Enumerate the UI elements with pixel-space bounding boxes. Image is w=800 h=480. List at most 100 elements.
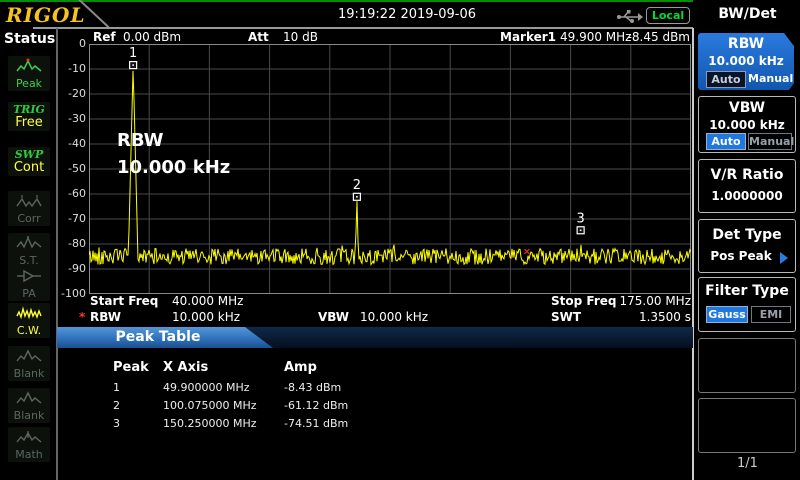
status-item-st: S.T.	[4, 233, 54, 268]
peak-amp: -61.12 dBm	[284, 399, 348, 412]
ref-level-value: 0.00 dBm	[123, 31, 181, 44]
menu-title: BW/Det	[695, 6, 800, 22]
peak-table-header-bar: Peak Table	[57, 327, 693, 348]
status-item-blank-1: Blank	[4, 346, 54, 381]
status-item-label: Peak	[8, 78, 50, 90]
st-waveform-icon	[16, 235, 42, 251]
vr-ratio-softkey[interactable]: V/R Ratio 1.0000000	[698, 159, 796, 213]
rbw-manual-toggle[interactable]: Manual	[748, 71, 790, 86]
peak-waveform-icon	[16, 58, 42, 74]
start-freq-value: 40.000 MHz	[172, 295, 243, 308]
blank-waveform-icon	[16, 390, 42, 406]
filter-gauss-toggle[interactable]: Gauss	[706, 306, 748, 323]
start-freq-label: Start Freq	[90, 295, 158, 308]
y-tick: -20	[58, 88, 86, 100]
spectrum-analyzer-screen: RIGOL 19:19:22 2019-09-06 Local Status P…	[0, 0, 800, 480]
y-tick: -70	[58, 213, 86, 225]
rigol-logo: RIGOL	[6, 3, 86, 27]
vbw-footer-label: VBW	[318, 311, 349, 324]
submenu-arrow-icon	[780, 252, 788, 264]
rbw-softkey[interactable]: RBW 10.000 kHz Auto Manual	[698, 33, 794, 90]
swt-value: 1.3500 s	[606, 311, 691, 324]
status-item-label: Blank	[8, 368, 50, 380]
peak-table-row: 2 100.075000 MHz -61.12 dBm	[57, 399, 693, 415]
status-item-corr: Corr	[4, 191, 54, 226]
math-waveform-icon	[16, 429, 42, 445]
peak-num: 2	[113, 399, 120, 412]
vr-ratio-label: V/R Ratio	[699, 167, 795, 183]
status-item-math: Math	[4, 427, 54, 462]
status-item-blank-2: Blank	[4, 388, 54, 423]
peak-table-row: 1 49.900000 MHz -8.43 dBm	[57, 381, 693, 397]
y-tick: -80	[58, 238, 86, 250]
det-type-softkey[interactable]: Det Type Pos Peak	[698, 219, 796, 273]
status-item-label: Free	[8, 116, 50, 130]
swt-label: SWT	[551, 311, 581, 324]
rbw-softkey-value: 10.000 kHz	[698, 54, 794, 68]
rbw-softkey-label: RBW	[698, 36, 794, 52]
svg-text:3: 3	[576, 211, 584, 226]
rbw-popup-line2: 10.000 kHz	[117, 154, 230, 181]
status-item-sweep: SWP Cont	[4, 147, 54, 176]
svg-text:1: 1	[129, 46, 137, 61]
peak-table-row: 3 150.250000 MHz -74.51 dBm	[57, 417, 693, 433]
local-mode-badge: Local	[646, 7, 690, 24]
col-amp: Amp	[284, 360, 317, 375]
status-item-pa: PA	[4, 266, 54, 301]
status-item-cw: C.W.	[4, 303, 54, 338]
vbw-footer-value: 10.000 kHz	[360, 311, 428, 324]
menu-page-indicator: 1/1	[695, 456, 800, 471]
vbw-auto-toggle[interactable]: Auto	[706, 133, 746, 150]
rbw-footer-value: 10.000 kHz	[172, 311, 240, 324]
stop-freq-value: 175.00 MHz	[606, 295, 691, 308]
header-divider-line	[33, 27, 693, 29]
vbw-softkey-label: VBW	[699, 100, 795, 116]
peak-freq: 150.250000 MHz	[163, 417, 257, 430]
preamp-icon	[16, 268, 42, 284]
corr-waveform-icon	[16, 193, 42, 209]
vr-ratio-value: 1.0000000	[699, 189, 795, 203]
y-tick: -40	[58, 138, 86, 150]
empty-softkey-2	[698, 398, 796, 453]
det-type-value: Pos Peak	[693, 249, 789, 263]
status-item-label: PA	[8, 288, 50, 300]
blank-waveform-icon	[16, 348, 42, 364]
rbw-footer-label: RBW	[90, 311, 121, 324]
vbw-softkey[interactable]: VBW 10.000 kHz Auto Manual	[698, 96, 796, 153]
peak-freq: 49.900000 MHz	[163, 381, 250, 394]
top-green-line	[0, 0, 693, 2]
marker-readout-label: Marker1	[500, 31, 556, 44]
status-item-label: C.W.	[8, 325, 50, 337]
filter-emi-toggle[interactable]: EMI	[751, 306, 791, 323]
col-peak: Peak	[113, 360, 149, 375]
peak-freq: 100.075000 MHz	[163, 399, 257, 412]
filter-type-label: Filter Type	[699, 283, 795, 299]
status-item-label: Corr	[8, 213, 50, 225]
status-item-label: Math	[8, 449, 50, 461]
status-item-label: Cont	[8, 161, 50, 175]
status-item-label: Blank	[8, 410, 50, 422]
status-item-trigger: TRIG Free	[4, 102, 54, 131]
empty-softkey-1	[698, 338, 796, 393]
status-panel-title: Status	[4, 31, 55, 47]
col-xaxis: X Axis	[163, 360, 208, 375]
peak-num: 3	[113, 417, 120, 430]
svg-text:2: 2	[353, 178, 361, 193]
peak-num: 1	[113, 381, 120, 394]
vbw-manual-toggle[interactable]: Manual	[748, 133, 792, 150]
rbw-auto-toggle[interactable]: Auto	[706, 71, 746, 88]
y-tick: -50	[58, 163, 86, 175]
status-item-peak: Peak	[4, 56, 54, 91]
y-tick: 0	[58, 38, 86, 50]
rbw-uncoupled-flag: *	[79, 311, 85, 324]
marker-readout-amp: -8.45 dBm	[618, 31, 690, 44]
ref-level-label: Ref	[93, 31, 116, 44]
cw-waveform-icon	[16, 305, 42, 321]
vbw-softkey-value: 10.000 kHz	[699, 118, 795, 132]
attenuation-label: Att	[248, 31, 269, 44]
filter-type-softkey[interactable]: Filter Type Gauss EMI	[698, 277, 796, 332]
y-tick: -100	[58, 288, 86, 300]
y-tick: -10	[58, 63, 86, 75]
rbw-popup-line1: RBW	[117, 127, 230, 154]
det-type-label: Det Type	[699, 227, 795, 243]
